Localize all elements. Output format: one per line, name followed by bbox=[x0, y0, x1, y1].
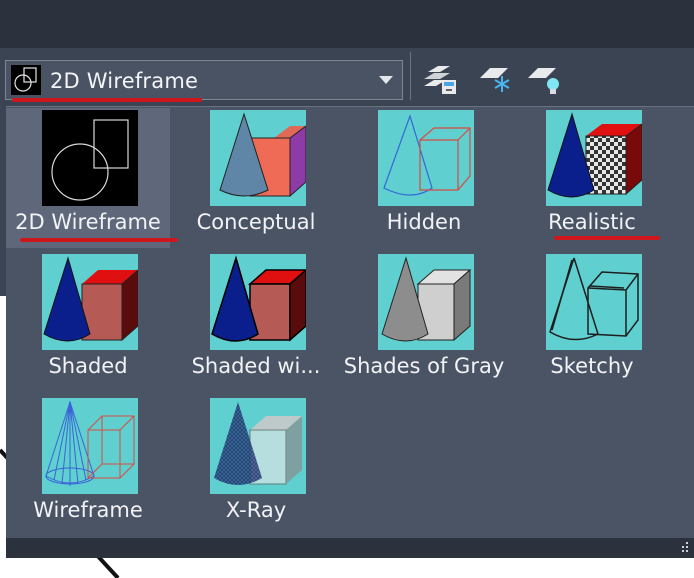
style-label-realistic: Realistic bbox=[548, 210, 636, 234]
style-tile-shades-of-gray[interactable]: Shades of Gray bbox=[342, 252, 506, 392]
style-label-shaded: Shaded bbox=[48, 354, 128, 378]
lightbulb-layer-button[interactable] bbox=[526, 62, 566, 96]
style-tile-sketchy[interactable]: Sketchy bbox=[510, 252, 674, 392]
style-tile-hidden[interactable]: Hidden bbox=[342, 108, 506, 248]
conceptual-style-icon bbox=[210, 110, 306, 206]
style-tile-realistic[interactable]: Realistic bbox=[510, 108, 674, 248]
hidden-style-icon bbox=[378, 110, 474, 206]
style-tile-x-ray[interactable]: X-Ray bbox=[174, 396, 338, 536]
2d-wireframe-style-icon bbox=[42, 110, 138, 206]
style-label-shaded-with-edges: Shaded wi... bbox=[191, 354, 321, 378]
annotation-underline-dropdown bbox=[12, 98, 202, 102]
annotation-underline-2d-wireframe bbox=[20, 238, 178, 242]
style-label-hidden: Hidden bbox=[386, 210, 462, 234]
gallery-footer bbox=[6, 538, 694, 558]
style-label-sketchy: Sketchy bbox=[550, 354, 634, 378]
realistic-style-icon bbox=[546, 110, 642, 206]
shades-of-gray-style-icon bbox=[378, 254, 474, 350]
style-label-shades-of-gray: Shades of Gray bbox=[343, 354, 505, 378]
toolbar-separator bbox=[410, 52, 411, 100]
chevron-down-icon[interactable] bbox=[378, 75, 394, 85]
style-tile-wireframe[interactable]: Wireframe bbox=[6, 396, 170, 536]
shaded-with-edges-style-icon bbox=[210, 254, 306, 350]
style-label-wireframe: Wireframe bbox=[33, 498, 143, 522]
style-label-2d-wireframe: 2D Wireframe bbox=[15, 210, 161, 234]
style-label-conceptual: Conceptual bbox=[196, 210, 316, 234]
layer-manager-button[interactable] bbox=[420, 62, 460, 96]
style-tile-shaded-with-edges[interactable]: Shaded wi... bbox=[174, 252, 338, 392]
wireframe-style-icon bbox=[42, 398, 138, 494]
resize-grip-icon[interactable] bbox=[680, 542, 690, 554]
visual-style-dropdown[interactable]: 2D Wireframe bbox=[5, 60, 403, 100]
dropdown-selected-value: 2D Wireframe bbox=[50, 69, 199, 93]
freeze-layer-button[interactable] bbox=[476, 62, 516, 96]
style-tile-conceptual[interactable]: Conceptual bbox=[174, 108, 338, 248]
lightbulb-layer-icon bbox=[528, 68, 559, 94]
annotation-underline-realistic bbox=[554, 236, 660, 240]
freeze-layer-icon bbox=[480, 68, 510, 92]
shaded-style-icon bbox=[42, 254, 138, 350]
style-label-x-ray: X-Ray bbox=[225, 498, 287, 522]
x-ray-style-icon bbox=[210, 398, 306, 494]
style-tile-2d-wireframe[interactable]: 2D Wireframe bbox=[6, 108, 170, 248]
2d-wireframe-thumb-icon bbox=[11, 65, 41, 95]
sketchy-style-icon bbox=[546, 254, 642, 350]
layer-manager-icon bbox=[424, 66, 456, 94]
style-tile-shaded[interactable]: Shaded bbox=[6, 252, 170, 392]
application-title-area bbox=[0, 0, 694, 48]
